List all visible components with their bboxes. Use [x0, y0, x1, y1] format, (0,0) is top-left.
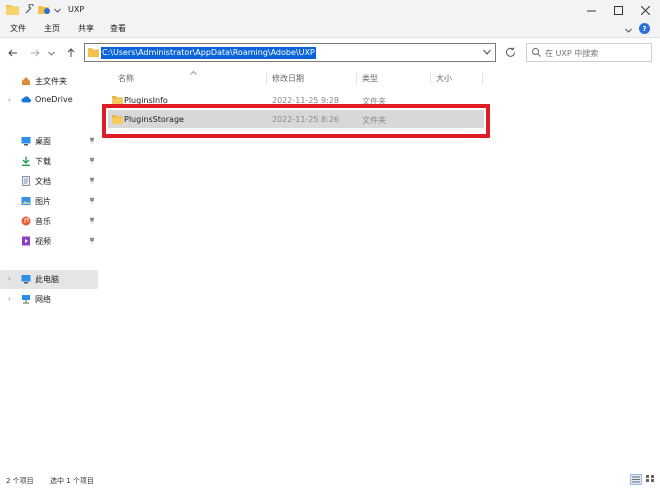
sidebar-item-label: 文档 — [35, 177, 51, 186]
tab-home[interactable]: 主页 — [44, 23, 60, 34]
details-view-button[interactable] — [630, 474, 642, 485]
up-button[interactable] — [64, 46, 78, 60]
properties-icon[interactable] — [24, 3, 35, 17]
pin-icon[interactable] — [89, 137, 95, 146]
sidebar-item-label: 网络 — [35, 295, 51, 304]
maximize-button[interactable] — [603, 0, 633, 20]
network-icon — [21, 294, 31, 304]
video-icon — [21, 236, 31, 246]
address-dropdown-chevron-icon[interactable] — [483, 48, 491, 57]
pin-icon[interactable] — [89, 177, 95, 186]
recent-locations-chevron-icon[interactable] — [44, 46, 58, 60]
pin-icon[interactable] — [89, 217, 95, 226]
address-path[interactable]: C:\Users\Administrator\AppData\Roaming\A… — [101, 47, 316, 59]
home-icon — [21, 76, 31, 86]
pin-icon[interactable] — [89, 237, 95, 246]
computer-icon — [21, 274, 31, 284]
desktop-icon — [21, 136, 31, 146]
pin-icon[interactable] — [89, 197, 95, 206]
folder-app-icon — [6, 4, 19, 17]
sidebar-item-label: 主文件夹 — [35, 77, 67, 86]
help-icon[interactable]: ? — [639, 23, 650, 34]
column-divider[interactable] — [430, 72, 431, 84]
pin-icon[interactable] — [89, 157, 95, 166]
title-bar: UXP — [0, 0, 660, 20]
thumbnail-view-button[interactable] — [645, 474, 657, 485]
sidebar-item-label: 下载 — [35, 157, 51, 166]
selection-count: 选中 1 个项目 — [50, 477, 94, 485]
refresh-button[interactable] — [502, 44, 518, 60]
search-icon — [532, 48, 541, 59]
expand-chevron-icon[interactable]: › — [8, 96, 11, 104]
cloud-icon — [21, 95, 32, 105]
close-button[interactable] — [630, 0, 660, 20]
back-button[interactable] — [6, 46, 20, 60]
annotation-highlight-box — [102, 104, 490, 138]
expand-chevron-icon[interactable]: › — [8, 295, 11, 303]
new-folder-icon[interactable] — [38, 4, 51, 17]
sidebar-item-network[interactable]: › 网络 — [0, 290, 98, 309]
status-bar: 2 个项目 选中 1 个项目 — [0, 470, 660, 488]
sidebar-item-music[interactable]: 音乐 — [0, 212, 98, 231]
address-bar[interactable]: C:\Users\Administrator\AppData\Roaming\A… — [84, 43, 496, 62]
sidebar-item-home[interactable]: 主文件夹 — [0, 72, 98, 91]
sidebar-item-downloads[interactable]: 下载 — [0, 152, 98, 171]
column-header-type[interactable]: 类型 — [362, 73, 378, 84]
column-divider[interactable] — [482, 72, 483, 84]
sidebar-item-videos[interactable]: 视频 — [0, 232, 98, 251]
expand-chevron-icon[interactable]: › — [8, 275, 11, 283]
tab-file[interactable]: 文件 — [10, 23, 26, 34]
sidebar-item-this-pc[interactable]: › 此电脑 — [0, 270, 98, 289]
sidebar-item-pictures[interactable]: 图片 — [0, 192, 98, 211]
quick-access-toolbar-chevron-icon[interactable] — [54, 6, 61, 15]
tab-view[interactable]: 查看 — [110, 23, 126, 34]
column-header-size[interactable]: 大小 — [436, 73, 452, 84]
sidebar-item-desktop[interactable]: 桌面 — [0, 132, 98, 151]
minimize-button[interactable] — [576, 0, 606, 20]
document-icon — [21, 176, 31, 186]
forward-button[interactable] — [28, 46, 42, 60]
tab-share[interactable]: 共享 — [78, 23, 94, 34]
sidebar-item-documents[interactable]: 文档 — [0, 172, 98, 191]
download-icon — [21, 156, 31, 166]
ribbon: 文件 主页 共享 查看 ? — [0, 20, 660, 38]
picture-icon — [21, 196, 31, 206]
search-input[interactable]: 在 UXP 中搜索 — [545, 48, 598, 59]
item-count: 2 个项目 — [6, 477, 34, 485]
address-folder-icon — [88, 48, 99, 59]
sidebar-item-label: OneDrive — [35, 95, 73, 104]
sort-chevron-icon — [190, 68, 197, 77]
sidebar-item-label: 桌面 — [35, 137, 51, 146]
ribbon-expand-chevron-icon[interactable] — [625, 26, 632, 35]
window-title: UXP — [68, 5, 85, 14]
search-box[interactable]: 在 UXP 中搜索 — [526, 43, 652, 62]
sidebar-item-label: 视频 — [35, 237, 51, 246]
column-divider[interactable] — [356, 72, 357, 84]
sidebar-item-label: 图片 — [35, 197, 51, 206]
column-header-modified[interactable]: 修改日期 — [272, 73, 304, 84]
sidebar-item-onedrive[interactable]: › OneDrive — [0, 91, 98, 110]
column-divider[interactable] — [266, 72, 267, 84]
column-header-name[interactable]: 名称 — [118, 73, 134, 84]
sidebar-item-label: 音乐 — [35, 217, 51, 226]
sidebar-item-label: 此电脑 — [35, 275, 59, 284]
navigation-pane: 主文件夹 › OneDrive 桌面 下载 文档 图片 音乐 视频 › 此电脑 … — [0, 68, 100, 468]
music-icon — [21, 216, 31, 226]
